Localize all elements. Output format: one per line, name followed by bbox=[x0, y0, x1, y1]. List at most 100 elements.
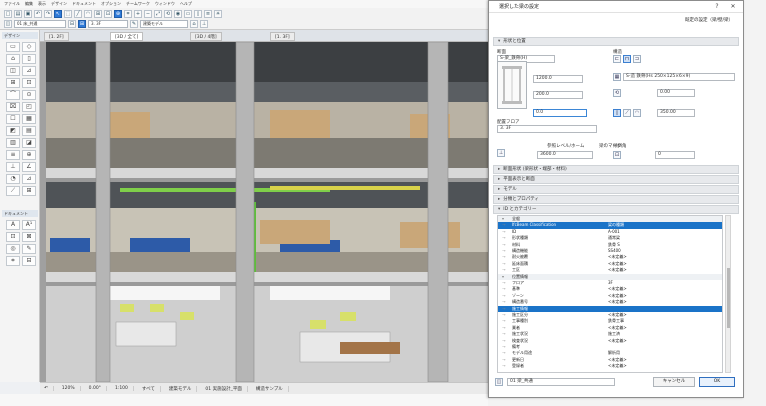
tool-icon[interactable]: ⌒ bbox=[6, 90, 20, 100]
tool-icon[interactable]: ◫ bbox=[6, 66, 20, 76]
pen-set-icon[interactable]: ✎ bbox=[130, 19, 138, 28]
accordion-section-shape[interactable]: ▸ 断面形状 (梁形状・端部・材料) bbox=[493, 165, 739, 174]
tool-icon[interactable]: ⊡ bbox=[6, 232, 20, 242]
accordion-plan-section[interactable]: ▸ 平面表示と断面 bbox=[493, 175, 739, 184]
align-center-icon[interactable]: ⊓ bbox=[623, 55, 631, 63]
toolbox-document-header[interactable]: ドキュメント bbox=[2, 210, 38, 217]
zoom-out-icon[interactable]: − bbox=[144, 9, 152, 18]
tool-icon[interactable]: ⊞ bbox=[6, 78, 20, 88]
menu-item[interactable]: オプション bbox=[101, 1, 121, 7]
help-icon[interactable]: ? bbox=[711, 1, 723, 13]
tool-icon[interactable]: ⟋ bbox=[6, 186, 20, 196]
layer-select[interactable]: 01 床_共通 bbox=[14, 19, 66, 28]
angle-field[interactable]: 0.00 bbox=[657, 89, 695, 97]
tool-icon[interactable]: ⊟ bbox=[22, 256, 36, 266]
tab-floor-3f[interactable]: [1. 3F] bbox=[270, 32, 295, 41]
tool-icon[interactable]: ⌂ bbox=[6, 54, 20, 64]
mark-icon[interactable]: ⊡ bbox=[613, 151, 621, 159]
ok-button[interactable]: OK bbox=[699, 377, 735, 387]
tool-icon[interactable]: ◩ bbox=[6, 126, 20, 136]
cancel-button[interactable]: キャンセル bbox=[653, 377, 695, 387]
scrollbar-thumb[interactable] bbox=[727, 268, 730, 328]
tool-icon[interactable]: ▥ bbox=[6, 138, 20, 148]
tab-floor-2f[interactable]: [1. 2F] bbox=[44, 32, 69, 41]
renovation-icon[interactable]: ⌂ bbox=[190, 19, 198, 28]
dimension-standard[interactable]: 01 実施設計_平面 bbox=[205, 385, 248, 392]
tool-icon[interactable]: ◔ bbox=[6, 174, 20, 184]
layer-icon[interactable]: ◫ bbox=[495, 378, 503, 386]
mark-field[interactable]: 0 bbox=[655, 151, 695, 159]
render-icon[interactable]: ☀ bbox=[214, 9, 222, 18]
structure-icon[interactable]: ⊥ bbox=[200, 19, 208, 28]
close-icon[interactable]: ✕ bbox=[727, 1, 739, 13]
tool-icon[interactable]: ⊥ bbox=[6, 162, 20, 172]
tool-icon[interactable]: ▤ bbox=[22, 126, 36, 136]
menu-item[interactable]: 表示 bbox=[38, 1, 46, 7]
orbit-icon[interactable]: ⟲ bbox=[164, 9, 172, 18]
scale-readout[interactable]: 1:100 bbox=[115, 386, 134, 391]
fit-icon[interactable]: ⤢ bbox=[154, 9, 162, 18]
rotate-icon[interactable]: ⟲ bbox=[613, 89, 621, 97]
layer-icon[interactable]: ≡ bbox=[204, 9, 212, 18]
width-field[interactable]: 200.0 bbox=[533, 91, 583, 99]
preset-label[interactable]: 既定の設定（梁/壁/梁） bbox=[685, 16, 733, 26]
layer-combination[interactable]: すべて bbox=[142, 385, 161, 392]
structure-display[interactable]: 構造サンプル bbox=[256, 385, 289, 392]
menu-item[interactable]: デザイン bbox=[51, 1, 67, 7]
toolbox-design-header[interactable]: デザイン bbox=[2, 32, 38, 39]
tool-icon[interactable]: A¹ bbox=[22, 220, 36, 230]
guide-icon[interactable]: ⊕ bbox=[114, 9, 122, 18]
tool-icon[interactable]: ∠ bbox=[22, 162, 36, 172]
accordion-model[interactable]: ▸ モデル bbox=[493, 185, 739, 194]
camera-icon[interactable]: ◉ bbox=[174, 9, 182, 18]
marquee-icon[interactable]: ⬚ bbox=[64, 9, 72, 18]
new-icon[interactable]: □ bbox=[4, 9, 12, 18]
accordion-id-category[interactable]: ▾ ID とカテゴリー bbox=[493, 205, 739, 214]
menu-item[interactable]: ヘルプ bbox=[180, 1, 192, 7]
undo-status-icon[interactable]: ↶ bbox=[44, 386, 54, 391]
align-left-icon[interactable]: ⊏ bbox=[613, 55, 621, 63]
align-right-icon[interactable]: ⊐ bbox=[633, 55, 641, 63]
accordion-classification[interactable]: ▸ 分類とプロパティ bbox=[493, 195, 739, 204]
slope-field[interactable]: 350.00 bbox=[657, 109, 695, 117]
floor-select[interactable]: 3. 3F bbox=[497, 125, 597, 133]
property-scrollbar[interactable] bbox=[725, 215, 731, 373]
floor-link-icon[interactable]: ⊞ bbox=[78, 19, 86, 28]
tool-icon[interactable]: ⌧ bbox=[6, 102, 20, 112]
angle-readout[interactable]: 0.00° bbox=[89, 386, 107, 391]
line-icon[interactable]: ╱ bbox=[74, 9, 82, 18]
tool-icon[interactable]: ☐ bbox=[6, 114, 20, 124]
save-icon[interactable]: ▣ bbox=[24, 9, 32, 18]
offset-field[interactable]: 0.0 bbox=[533, 109, 587, 117]
grid-icon[interactable]: ⊞ bbox=[94, 9, 102, 18]
open-icon[interactable]: ▤ bbox=[14, 9, 22, 18]
tool-icon[interactable]: ◰ bbox=[22, 102, 36, 112]
tool-icon[interactable]: ⊞ bbox=[22, 186, 36, 196]
profile-material-select[interactable]: S-造 鉄骨(Hs 250×125×6×9) bbox=[623, 73, 735, 81]
menu-item[interactable]: チームワーク bbox=[126, 1, 150, 7]
curved-icon[interactable]: ◠ bbox=[633, 109, 641, 117]
floor-select[interactable]: 3. 3F bbox=[88, 19, 128, 28]
view-select[interactable]: 建築モデル bbox=[140, 19, 188, 28]
tool-icon[interactable]: ◎ bbox=[6, 244, 20, 254]
layer-settings-icon[interactable]: ◫ bbox=[4, 19, 12, 28]
model-view-option[interactable]: 建築モデル bbox=[169, 385, 198, 392]
arrow-select-icon[interactable]: ↖ bbox=[54, 9, 62, 18]
arc-icon[interactable]: ◠ bbox=[84, 9, 92, 18]
zoom-in-icon[interactable]: + bbox=[134, 9, 142, 18]
tool-icon[interactable]: ⊙ bbox=[22, 90, 36, 100]
tool-icon[interactable]: ✎ bbox=[22, 244, 36, 254]
section-icon[interactable]: ▭ bbox=[184, 9, 192, 18]
property-value[interactable]: <未定義> bbox=[608, 363, 718, 369]
zoom-level[interactable]: 120% bbox=[62, 386, 81, 391]
tool-icon[interactable]: ◇ bbox=[22, 42, 36, 52]
measure-icon[interactable]: ⌗ bbox=[124, 9, 132, 18]
tool-icon[interactable]: ⊕ bbox=[22, 150, 36, 160]
lock-icon[interactable]: ⊟ bbox=[68, 19, 76, 28]
slant-icon[interactable]: ⟋ bbox=[623, 109, 631, 117]
link-icon[interactable]: ⊥ bbox=[497, 149, 505, 157]
tool-icon[interactable]: ▯ bbox=[22, 54, 36, 64]
tool-icon[interactable]: ⊡ bbox=[22, 78, 36, 88]
tool-icon[interactable]: A bbox=[6, 220, 20, 230]
height-field[interactable]: 1200.0 bbox=[533, 75, 583, 83]
